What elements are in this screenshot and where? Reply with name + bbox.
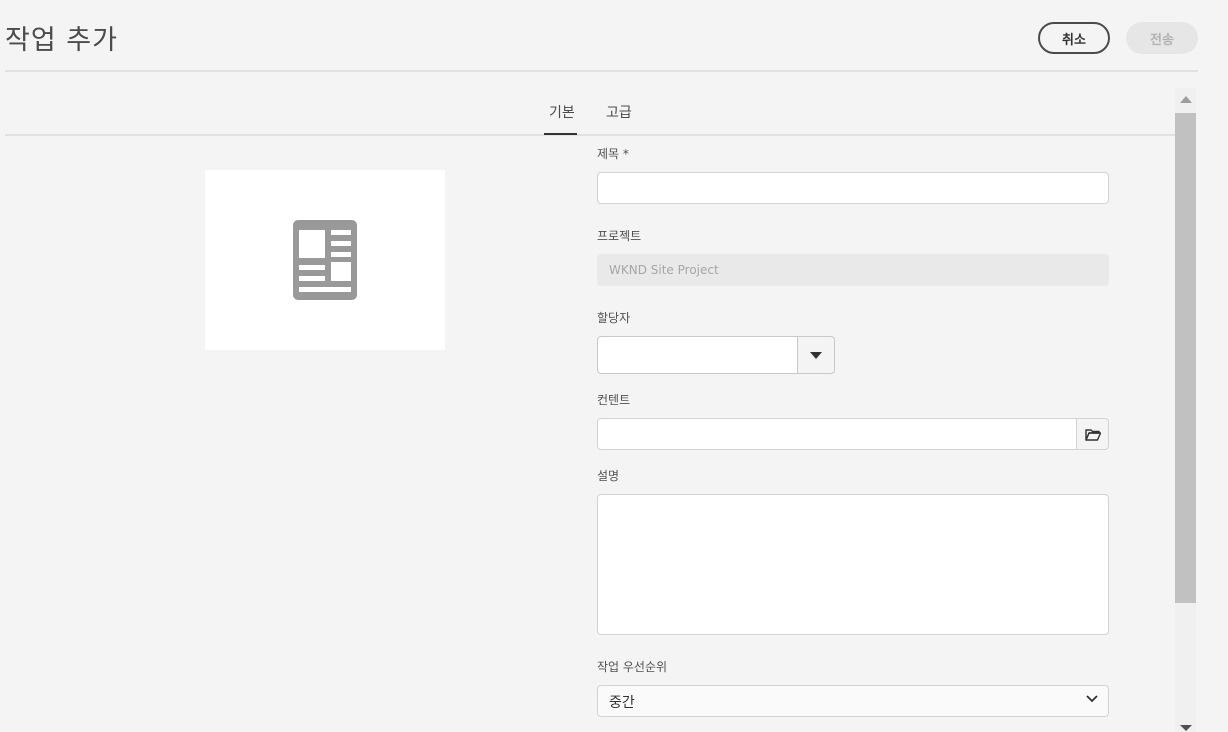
priority-select[interactable]: 중간: [597, 685, 1109, 717]
scrollbar-thumb[interactable]: [1175, 113, 1196, 603]
description-textarea[interactable]: [597, 494, 1109, 635]
priority-label: 작업 우선순위: [597, 660, 668, 674]
assignee-input[interactable]: [597, 336, 798, 374]
scroll-up-arrow-icon[interactable]: [1180, 96, 1192, 103]
content-path-input[interactable]: [597, 418, 1077, 450]
project-label: 프로젝트: [597, 229, 642, 243]
project-field: WKND Site Project: [597, 254, 1109, 286]
content-label: 컨텐트: [597, 393, 631, 407]
active-tab-indicator: [544, 133, 577, 135]
page-title: 작업 추가: [5, 25, 118, 56]
title-input[interactable]: [597, 172, 1109, 204]
scroll-down-arrow-icon[interactable]: [1180, 725, 1192, 731]
title-label: 제목 *: [597, 147, 629, 161]
tabs-divider: [5, 134, 1175, 136]
priority-selected-value: 중간: [609, 695, 635, 711]
task-thumbnail: [205, 170, 445, 350]
tab-basic[interactable]: 기본: [549, 102, 575, 122]
cancel-button[interactable]: 취소: [1038, 22, 1110, 54]
document-layout-icon: [293, 220, 357, 300]
caret-down-icon: [810, 351, 822, 359]
header-divider: [5, 70, 1198, 72]
browse-content-button[interactable]: [1076, 418, 1109, 450]
description-label: 설명: [597, 469, 620, 483]
folder-icon: [1084, 428, 1101, 441]
tab-advanced[interactable]: 고급: [606, 102, 632, 122]
chevron-down-icon: [1086, 695, 1098, 703]
submit-button[interactable]: 전송: [1126, 22, 1198, 54]
assignee-label: 할당자: [597, 311, 631, 325]
add-task-page: 작업 추가 취소 전송 기본 고급 제목 * 프로젝트 WKND Site Pr…: [0, 0, 1228, 732]
assignee-dropdown-button[interactable]: [797, 336, 835, 374]
